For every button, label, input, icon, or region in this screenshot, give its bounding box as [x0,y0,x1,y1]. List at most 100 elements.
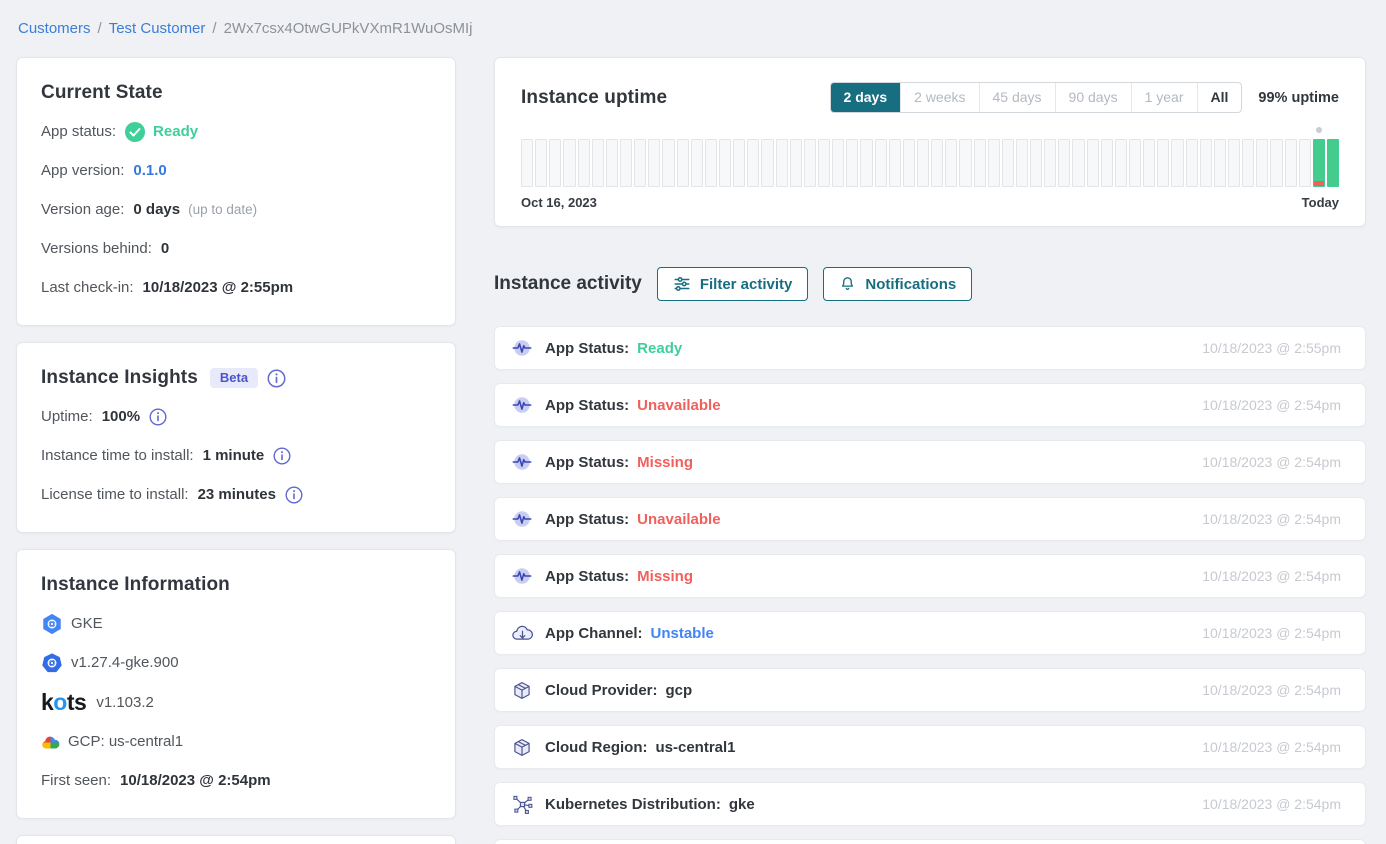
uptime-bar-empty[interactable] [974,139,986,187]
info-icon[interactable] [149,408,167,426]
range-button-2-weeks[interactable]: 2 weeks [900,83,978,112]
uptime-bar-empty[interactable] [521,139,533,187]
uptime-bar-empty[interactable] [875,139,887,187]
breadcrumb-customer-link[interactable]: Test Customer [109,20,206,37]
range-button-90-days[interactable]: 90 days [1055,83,1131,112]
uptime-bar-empty[interactable] [832,139,844,187]
uptime-bar-empty[interactable] [733,139,745,187]
uptime-bar-empty[interactable] [959,139,971,187]
uptime-bar-empty[interactable] [1157,139,1169,187]
current-state-card: Current State App status: Ready App vers… [16,57,456,326]
activity-row: App Status: Unavailable 10/18/2023 @ 2:5… [494,383,1366,427]
uptime-bar-empty[interactable] [1242,139,1254,187]
uptime-bar-empty[interactable] [1256,139,1268,187]
uptime-bar-empty[interactable] [1171,139,1183,187]
uptime-bar-empty[interactable] [1270,139,1282,187]
uptime-bar-empty[interactable] [606,139,618,187]
uptime-bar-empty[interactable] [578,139,590,187]
uptime-bar-empty[interactable] [592,139,604,187]
uptime-bar-empty[interactable] [1115,139,1127,187]
uptime-bar-empty[interactable] [1030,139,1042,187]
uptime-bar-partial[interactable] [1313,139,1325,187]
uptime-bar-empty[interactable] [747,139,759,187]
breadcrumb-separator: / [212,20,216,37]
breadcrumb: Customers/Test Customer/2Wx7csx4OtwGUPkV… [18,20,1366,37]
uptime-start-label: Oct 16, 2023 [521,195,597,210]
uptime-bar-empty[interactable] [945,139,957,187]
uptime-bar-empty[interactable] [691,139,703,187]
uptime-bar-empty[interactable] [563,139,575,187]
uptime-bar-empty[interactable] [719,139,731,187]
activity-row: App Status: Ready 10/18/2023 @ 2:55pm [494,326,1366,370]
uptime-bar-empty[interactable] [776,139,788,187]
uptime-bar-empty[interactable] [648,139,660,187]
k8s-version-value: v1.27.4-gke.900 [71,652,179,674]
breadcrumb-customers-link[interactable]: Customers [18,20,91,37]
info-icon[interactable] [285,486,303,504]
uptime-bar-empty[interactable] [662,139,674,187]
instance-uptime-title: Instance uptime [521,87,830,109]
uptime-bar-empty[interactable] [705,139,717,187]
right-column: Instance uptime 2 days2 weeks45 days90 d… [494,57,1366,844]
uptime-bar-empty[interactable] [1143,139,1155,187]
kots-logo: kots [41,691,86,714]
uptime-bar-chart [521,139,1339,187]
uptime-bar-empty[interactable] [634,139,646,187]
uptime-line: Uptime: 100% [41,406,431,428]
cloud-value: GCP: us-central1 [68,731,183,753]
uptime-bar-empty[interactable] [1002,139,1014,187]
instance-information-card: Instance Information GKE v1.27.4-gke.900… [16,549,456,819]
uptime-bar-full[interactable] [1327,139,1339,187]
filter-activity-button[interactable]: Filter activity [657,267,809,301]
uptime-bar-empty[interactable] [620,139,632,187]
uptime-bar-empty[interactable] [1101,139,1113,187]
uptime-bar-empty[interactable] [903,139,915,187]
range-button-all[interactable]: All [1197,83,1242,112]
instance-activity-title: Instance activity [494,273,642,295]
uptime-bar-empty[interactable] [1285,139,1297,187]
uptime-bar-empty[interactable] [790,139,802,187]
uptime-bar-empty[interactable] [1058,139,1070,187]
uptime-bar-empty[interactable] [846,139,858,187]
uptime-bar-empty[interactable] [1072,139,1084,187]
range-button-2-days[interactable]: 2 days [831,83,901,112]
uptime-bar-empty[interactable] [889,139,901,187]
version-age-line: Version age: 0 days (up to date) [41,199,431,221]
uptime-bar-marker-dot [1316,127,1322,133]
activity-value: Unavailable [637,397,720,414]
uptime-bar-empty[interactable] [1016,139,1028,187]
uptime-bar-empty[interactable] [677,139,689,187]
activity-value: Missing [637,454,693,471]
uptime-bar-empty[interactable] [1214,139,1226,187]
uptime-bar-empty[interactable] [917,139,929,187]
range-button-1-year[interactable]: 1 year [1131,83,1197,112]
app-version-link[interactable]: 0.1.0 [133,160,166,182]
uptime-bar-empty[interactable] [818,139,830,187]
instance-time-to-install-value: 1 minute [203,445,265,467]
uptime-bar-empty[interactable] [1299,139,1311,187]
uptime-bar-empty[interactable] [761,139,773,187]
activity-row: Kubernetes Distribution: gke 10/18/2023 … [494,782,1366,826]
uptime-bar-empty[interactable] [1186,139,1198,187]
distribution-line: GKE [41,613,431,635]
instance-information-title: Instance Information [41,574,431,596]
range-button-45-days[interactable]: 45 days [979,83,1055,112]
uptime-value: 100% [102,406,140,428]
uptime-bar-empty[interactable] [1228,139,1240,187]
notifications-button[interactable]: Notifications [823,267,972,301]
uptime-bar-empty[interactable] [988,139,1000,187]
uptime-bar-empty[interactable] [1129,139,1141,187]
uptime-bar-empty[interactable] [804,139,816,187]
first-seen-line: First seen: 10/18/2023 @ 2:54pm [41,770,431,792]
activity-timestamp: 10/18/2023 @ 2:54pm [1202,511,1341,527]
uptime-bar-empty[interactable] [549,139,561,187]
uptime-summary: 99% uptime [1258,90,1339,106]
uptime-bar-empty[interactable] [535,139,547,187]
uptime-bar-empty[interactable] [1087,139,1099,187]
info-icon[interactable] [273,447,291,465]
uptime-bar-empty[interactable] [931,139,943,187]
uptime-bar-empty[interactable] [1200,139,1212,187]
uptime-bar-empty[interactable] [860,139,872,187]
uptime-bar-empty[interactable] [1044,139,1056,187]
info-icon[interactable] [267,369,286,388]
